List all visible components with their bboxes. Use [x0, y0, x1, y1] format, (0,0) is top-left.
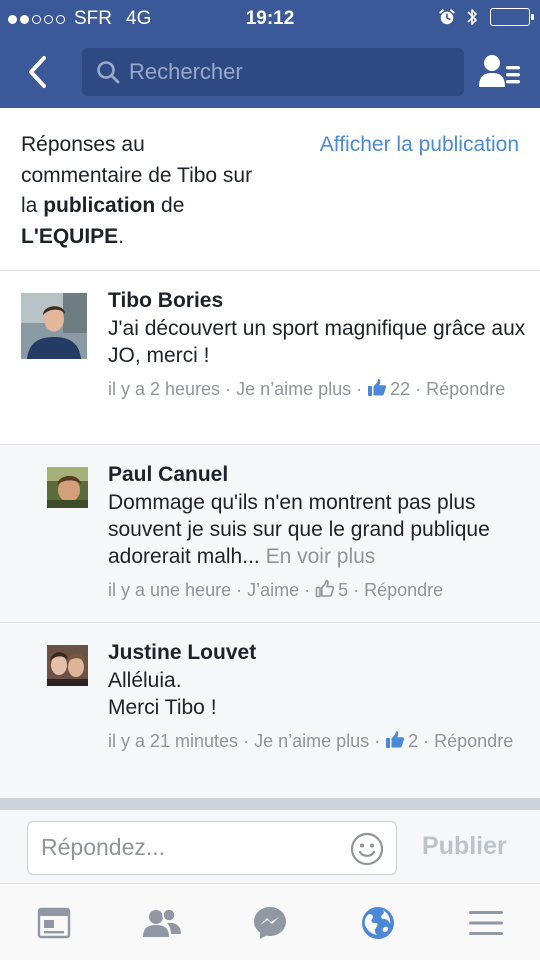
like-button[interactable]: J’aime [247, 580, 299, 600]
comment-text-line: Alléluia. [108, 669, 182, 692]
comment-text: J'ai découvert un sport magnifique grâce… [108, 317, 526, 367]
avatar[interactable] [47, 645, 88, 686]
comment-timestamp: il y a 21 minutes [108, 731, 239, 751]
publication-word: publication [43, 194, 156, 217]
main-comment: Tibo Bories J'ai découvert un sport magn… [0, 272, 540, 445]
comment-timestamp: il y a une heure [108, 580, 232, 600]
see-more-link[interactable]: En voir plus [266, 545, 376, 568]
top-bar: SFR 4G 19:12 Rechercher [0, 0, 540, 108]
thumbs-up-icon [315, 579, 335, 598]
page-name: L'EQUIPE [21, 224, 119, 248]
tab-more[interactable] [466, 903, 506, 943]
context-period: . [118, 224, 125, 248]
reply-comment: Justine Louvet Alléluia. Merci Tibo ! il… [0, 624, 540, 798]
reply-button[interactable]: Répondre [364, 580, 443, 600]
reply-placeholder: Répondez... [41, 834, 166, 860]
tab-friends[interactable] [142, 903, 182, 943]
comment-text: Dommage qu'ils n'en montrent pas plus so… [108, 489, 528, 570]
commenter-name[interactable]: Paul Canuel [108, 461, 528, 489]
globe-icon [362, 907, 394, 939]
commenter-name[interactable]: Tibo Bories [108, 287, 528, 315]
comment-meta: il y a une heure · J’aime · 5 · Répondre [108, 579, 444, 600]
reply-input[interactable]: Répondez... [27, 821, 397, 875]
messenger-icon [254, 907, 286, 939]
tab-news-feed[interactable] [34, 903, 74, 943]
context-text-de: de [155, 194, 185, 217]
unlike-button[interactable]: Je n’aime plus [236, 379, 351, 399]
reply-comment: Paul Canuel Dommage qu'ils n'en montrent… [0, 446, 540, 623]
friends-icon [143, 908, 181, 937]
search-icon [97, 61, 120, 84]
avatar[interactable] [21, 293, 87, 359]
publish-button[interactable]: Publier [422, 832, 507, 861]
like-count[interactable]: 5 [338, 580, 348, 600]
status-bar: SFR 4G 19:12 [0, 0, 540, 36]
smiley-icon[interactable] [350, 832, 384, 866]
search-input[interactable]: Rechercher [82, 48, 464, 96]
context-description: Réponses au commentaire de Tibo sur la p… [21, 130, 271, 252]
back-button[interactable] [22, 54, 52, 90]
friend-requests-icon[interactable] [478, 52, 522, 92]
comment-meta: il y a 2 heures · Je n’aime plus · 22 · … [108, 379, 506, 399]
reply-composer: Répondez... Publier [0, 810, 540, 884]
battery-icon [490, 8, 534, 26]
comment-text-line: Merci Tibo ! [108, 696, 217, 719]
thumbs-up-icon [386, 731, 405, 748]
divider [0, 798, 540, 810]
like-count[interactable]: 22 [390, 379, 410, 399]
comment-meta: il y a 21 minutes · Je n’aime plus · 2 ·… [108, 731, 514, 751]
news-feed-icon [37, 907, 71, 939]
thumbs-up-icon [368, 379, 387, 396]
like-count[interactable]: 2 [408, 731, 418, 751]
unlike-button[interactable]: Je n’aime plus [254, 731, 369, 751]
menu-icon [469, 911, 503, 935]
commenter-name[interactable]: Justine Louvet [108, 639, 528, 667]
navigation-row: Rechercher [0, 44, 540, 100]
search-placeholder: Rechercher [129, 59, 243, 84]
chevron-left-icon [29, 56, 46, 88]
reply-button[interactable]: Répondre [426, 379, 505, 399]
show-post-link[interactable]: Afficher la publication [320, 130, 519, 160]
bluetooth-icon [467, 9, 477, 25]
tab-notifications[interactable] [358, 903, 398, 943]
tab-bar [0, 885, 540, 960]
alarm-clock-icon [439, 9, 455, 25]
tab-messenger[interactable] [250, 903, 290, 943]
reply-button[interactable]: Répondre [434, 731, 513, 751]
replies-context-header: Réponses au commentaire de Tibo sur la p… [0, 108, 540, 271]
comment-timestamp: il y a 2 heures [108, 379, 221, 399]
avatar[interactable] [47, 467, 88, 508]
